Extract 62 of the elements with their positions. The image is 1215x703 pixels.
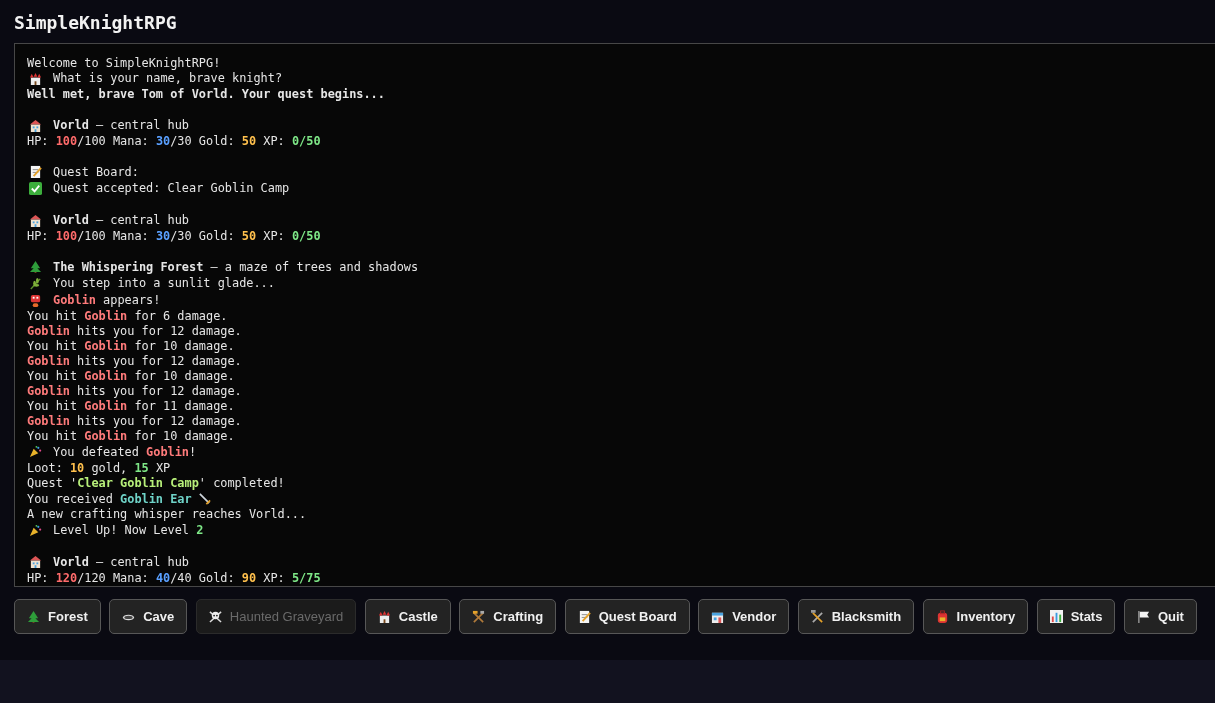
log-line: Well met, brave Tom of Vorld. Your quest begins... [27,87,385,102]
action-button[interactable]: Quest Board [564,599,690,634]
action-button[interactable]: Vendor [698,599,790,634]
shop-icon [711,610,725,623]
log-line: Quest 'Clear Goblin Camp' completed! [27,475,285,490]
log-line: You defeated Goblin! [53,444,197,459]
sword-icon [197,492,211,506]
skull-crossbones-icon [208,610,222,623]
action-button[interactable]: Inventory [922,599,1029,634]
backpack-icon [935,610,949,623]
party-popper-icon [29,445,42,459]
herb-icon [29,276,42,290]
house-icon [29,213,42,227]
house-icon [29,555,42,569]
action-button[interactable]: Crafting [459,599,557,634]
tree-icon [27,610,40,623]
log-line: The Whispering Forest — a maze of trees and shadows [53,259,419,274]
log-line: Goblin appears! [53,293,161,308]
memo-icon [29,165,42,179]
castle-icon [377,610,391,623]
action-button[interactable]: Castle [364,599,451,634]
action-button[interactable]: Stats [1036,599,1116,634]
memo-icon [577,610,591,623]
log-line: Vorld — central hub [53,118,190,133]
flag-icon [1136,610,1150,623]
log-line: You step into a sunlit glade... [53,276,275,291]
bar-chart-icon [1049,610,1063,623]
log-line: Goblin hits you for 12 damage. [27,384,242,398]
goblin-icon [29,293,42,307]
log-line: Level Up! Now Level 2 [53,523,204,538]
log-line: Quest Board: [53,164,139,179]
hammer-pick-icon [472,610,486,623]
log-line: Goblin hits you for 12 damage. [27,354,242,368]
log-line: You hit Goblin for 10 damage. [27,339,235,353]
log-line: You hit Goblin for 10 damage. [27,429,235,443]
log-line: Loot: 10 gold, 15 XP [27,460,171,475]
tree-icon [29,260,42,274]
log-line: Vorld — central hub [53,554,190,569]
log-line: You received Goblin Ear [27,491,192,506]
log-line: Vorld — central hub [53,213,190,228]
log-line: Quest accepted: Clear Goblin Camp [53,181,290,196]
log-line: You hit Goblin for 11 damage. [27,399,235,413]
action-button[interactable]: Blacksmith [797,599,915,634]
check-icon [29,181,42,195]
castle-icon [29,71,42,85]
log-line: Welcome to SimpleKnightRPG! [27,55,221,70]
action-button[interactable]: Forest [14,599,101,634]
log-line: You hit Goblin for 6 damage. [27,309,228,323]
log-line: Goblin hits you for 12 damage. [27,414,242,428]
log-line: HP: 100/100 Mana: 30/30 Gold: 50 XP: 0/50 [27,133,321,148]
log-line: You hit Goblin for 10 damage. [27,369,235,383]
party-popper-icon [29,523,42,537]
action-button[interactable]: Cave [109,599,188,634]
log-line: HP: 100/100 Mana: 30/30 Gold: 50 XP: 0/50 [27,228,321,243]
hammer-wrench-icon [810,610,824,623]
app-title: SimpleKnightRPG [14,11,178,35]
log-line: A new crafting whisper reaches Vorld... [27,507,307,522]
log-line: Goblin hits you for 12 damage. [27,324,242,338]
house-icon [29,118,42,132]
log-line: What is your name, brave knight? [53,71,283,86]
log-line: HP: 120/120 Mana: 40/40 Gold: 90 XP: 5/75 [27,570,321,585]
action-button[interactable]: Quit [1123,599,1197,634]
